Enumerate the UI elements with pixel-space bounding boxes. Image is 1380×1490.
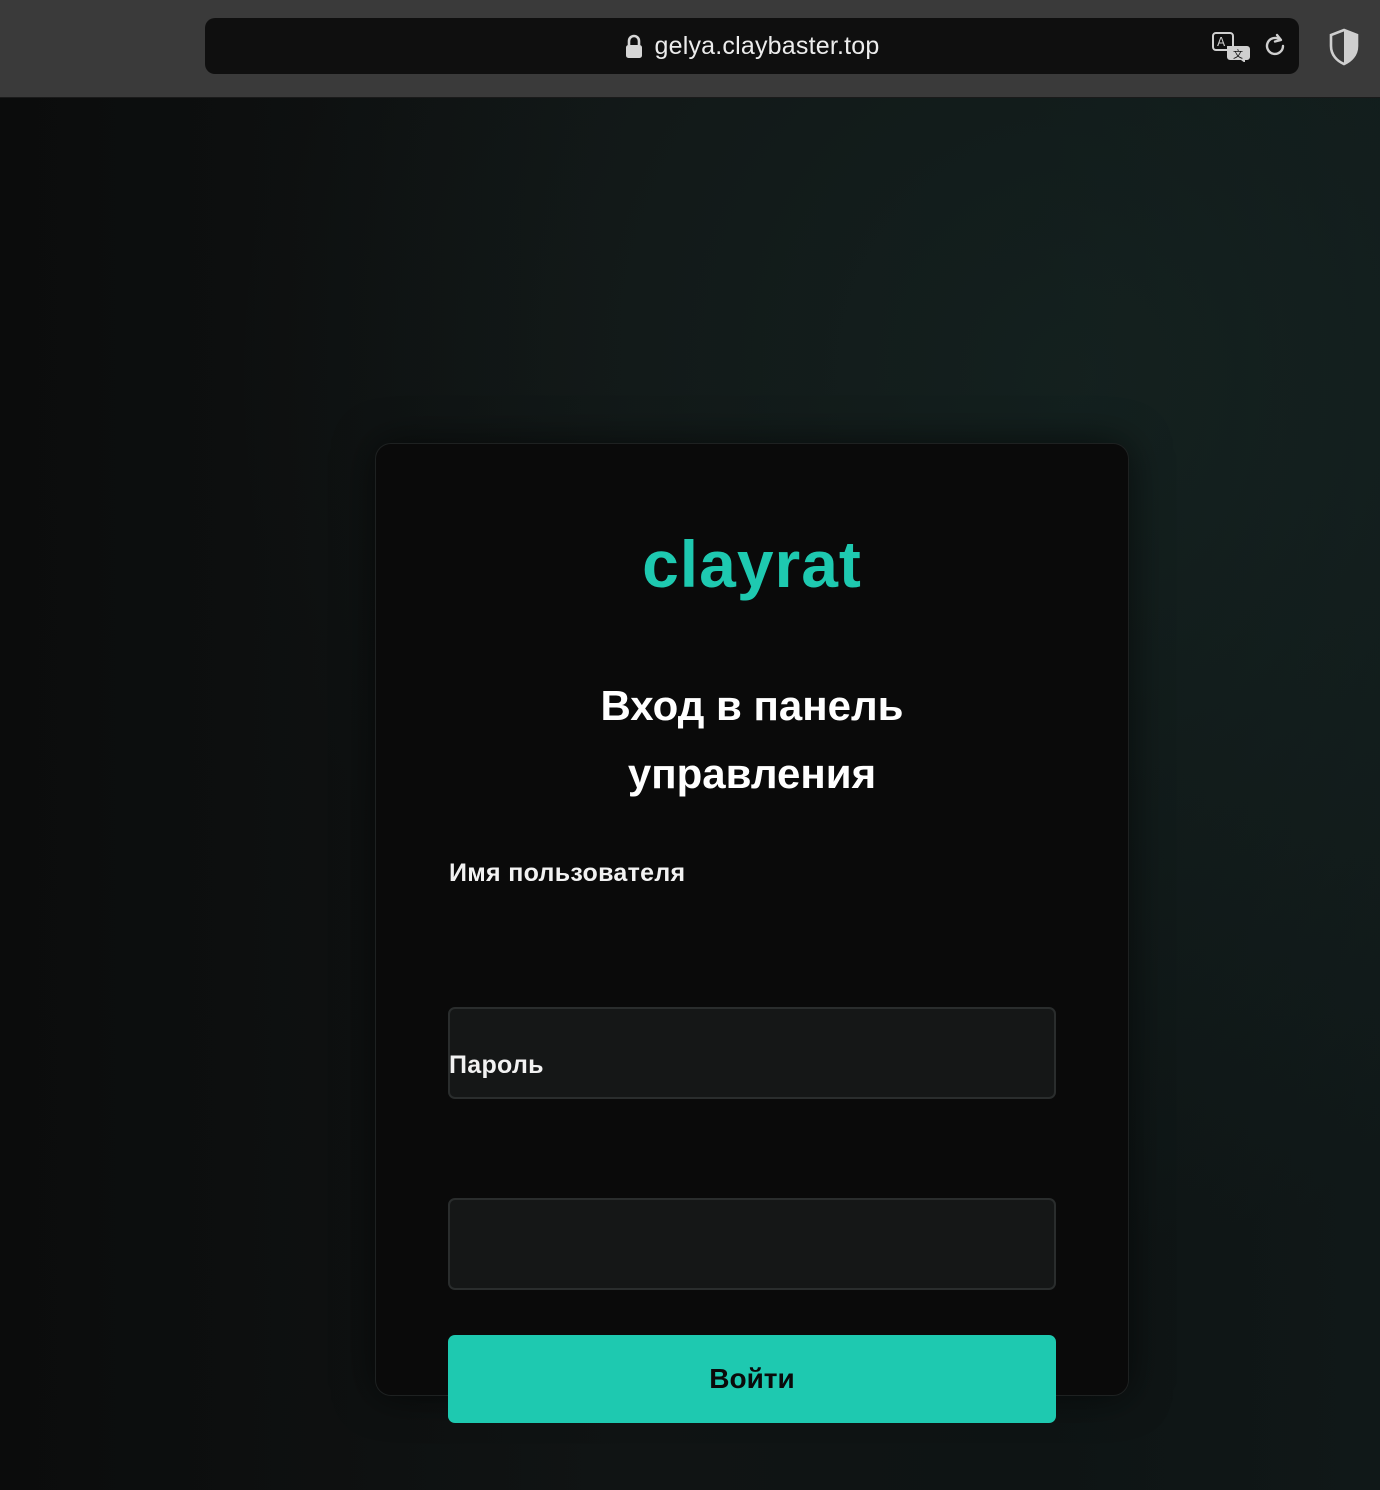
login-card: clayrat Вход в панель управления Имя пол…: [375, 443, 1129, 1423]
page-title-line-2: управления: [627, 750, 877, 797]
page-title: Вход в панель управления: [376, 672, 1128, 808]
password-label: Пароль: [449, 1051, 544, 1079]
svg-text:文: 文: [1233, 48, 1243, 61]
svg-text:A: A: [1217, 35, 1226, 49]
username-label: Имя пользователя: [449, 859, 686, 887]
page-viewport: clayrat Вход в панель управления Имя пол…: [0, 98, 1380, 1490]
address-bar[interactable]: gelya.claybaster.top A 文: [205, 18, 1299, 74]
password-input[interactable]: [448, 1198, 1056, 1290]
url-text[interactable]: gelya.claybaster.top: [655, 32, 880, 61]
url-container: gelya.claybaster.top: [205, 18, 1299, 74]
browser-toolbar: gelya.claybaster.top A 文: [0, 0, 1380, 98]
reload-icon[interactable]: [1260, 31, 1290, 61]
login-button[interactable]: Войти: [448, 1335, 1056, 1423]
lock-icon[interactable]: [625, 34, 643, 60]
translate-icon[interactable]: A 文: [1211, 30, 1253, 63]
shield-icon[interactable]: [1328, 28, 1360, 66]
brand-logo: clayrat: [642, 527, 862, 601]
page-title-line-1: Вход в панель: [600, 682, 904, 729]
